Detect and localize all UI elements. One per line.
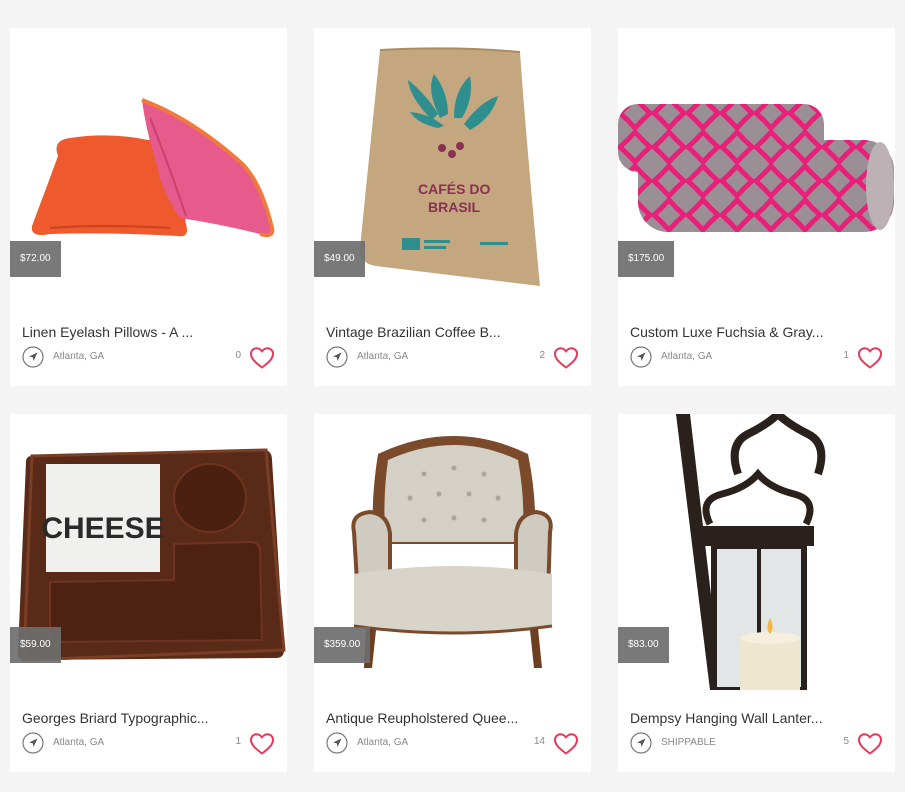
listing-title[interactable]: Georges Briard Typographic... (22, 710, 277, 726)
navigation-arrow-icon (22, 732, 44, 754)
favorite-count: 1 (843, 350, 849, 361)
heart-outline-icon[interactable] (857, 346, 883, 370)
listing-location: SHIPPABLE (661, 737, 716, 748)
price-badge: $359.00 (314, 627, 371, 663)
navigation-arrow-icon (22, 346, 44, 368)
listing-card[interactable]: CAFÉS DO BRASIL $49.00 Vintage Brazilian… (314, 28, 591, 386)
heart-outline-icon[interactable] (249, 346, 275, 370)
listing-card[interactable]: $175.00 Custom Luxe Fuchsia & Gray... At… (618, 28, 895, 386)
navigation-arrow-icon (630, 732, 652, 754)
board-lettering: CHEESE (41, 512, 164, 545)
price-badge: $72.00 (10, 241, 61, 277)
listing-location: Atlanta, GA (53, 351, 105, 362)
favorite-count: 2 (539, 350, 545, 361)
price-badge: $175.00 (618, 241, 675, 277)
heart-outline-icon[interactable] (857, 732, 883, 756)
heart-outline-icon[interactable] (553, 732, 579, 756)
price-badge: $49.00 (314, 241, 365, 277)
listing-title[interactable]: Linen Eyelash Pillows - A ... (22, 324, 277, 340)
listing-location: Atlanta, GA (357, 737, 409, 748)
favorite-count: 14 (533, 736, 545, 747)
sack-print-line-2: BRASIL (428, 199, 481, 215)
listing-card[interactable]: $359.00 Antique Reupholstered Quee... At… (314, 414, 591, 772)
listing-title[interactable]: Dempsy Hanging Wall Lanter... (630, 710, 885, 726)
price-badge: $59.00 (10, 627, 61, 663)
listing-title[interactable]: Vintage Brazilian Coffee B... (326, 324, 581, 340)
navigation-arrow-icon (326, 346, 348, 368)
listing-card[interactable]: CHEESE $59.00 Georges Briard Typographic… (10, 414, 287, 772)
listing-grid: $72.00 Linen Eyelash Pillows - A ... Atl… (0, 0, 905, 792)
listing-location: Atlanta, GA (357, 351, 409, 362)
listing-card[interactable]: $72.00 Linen Eyelash Pillows - A ... Atl… (10, 28, 287, 386)
heart-outline-icon[interactable] (553, 346, 579, 370)
favorite-count: 5 (843, 736, 849, 747)
listing-card[interactable]: $83.00 Dempsy Hanging Wall Lanter... SHI… (618, 414, 895, 772)
favorite-count: 0 (235, 350, 241, 361)
heart-outline-icon[interactable] (249, 732, 275, 756)
listing-location: Atlanta, GA (53, 737, 105, 748)
listing-title[interactable]: Custom Luxe Fuchsia & Gray... (630, 324, 885, 340)
sack-print-line-1: CAFÉS DO (418, 181, 490, 197)
price-badge: $83.00 (618, 627, 669, 663)
navigation-arrow-icon (630, 346, 652, 368)
favorite-count: 1 (235, 736, 241, 747)
listing-location: Atlanta, GA (661, 351, 713, 362)
navigation-arrow-icon (326, 732, 348, 754)
listing-title[interactable]: Antique Reupholstered Quee... (326, 710, 581, 726)
